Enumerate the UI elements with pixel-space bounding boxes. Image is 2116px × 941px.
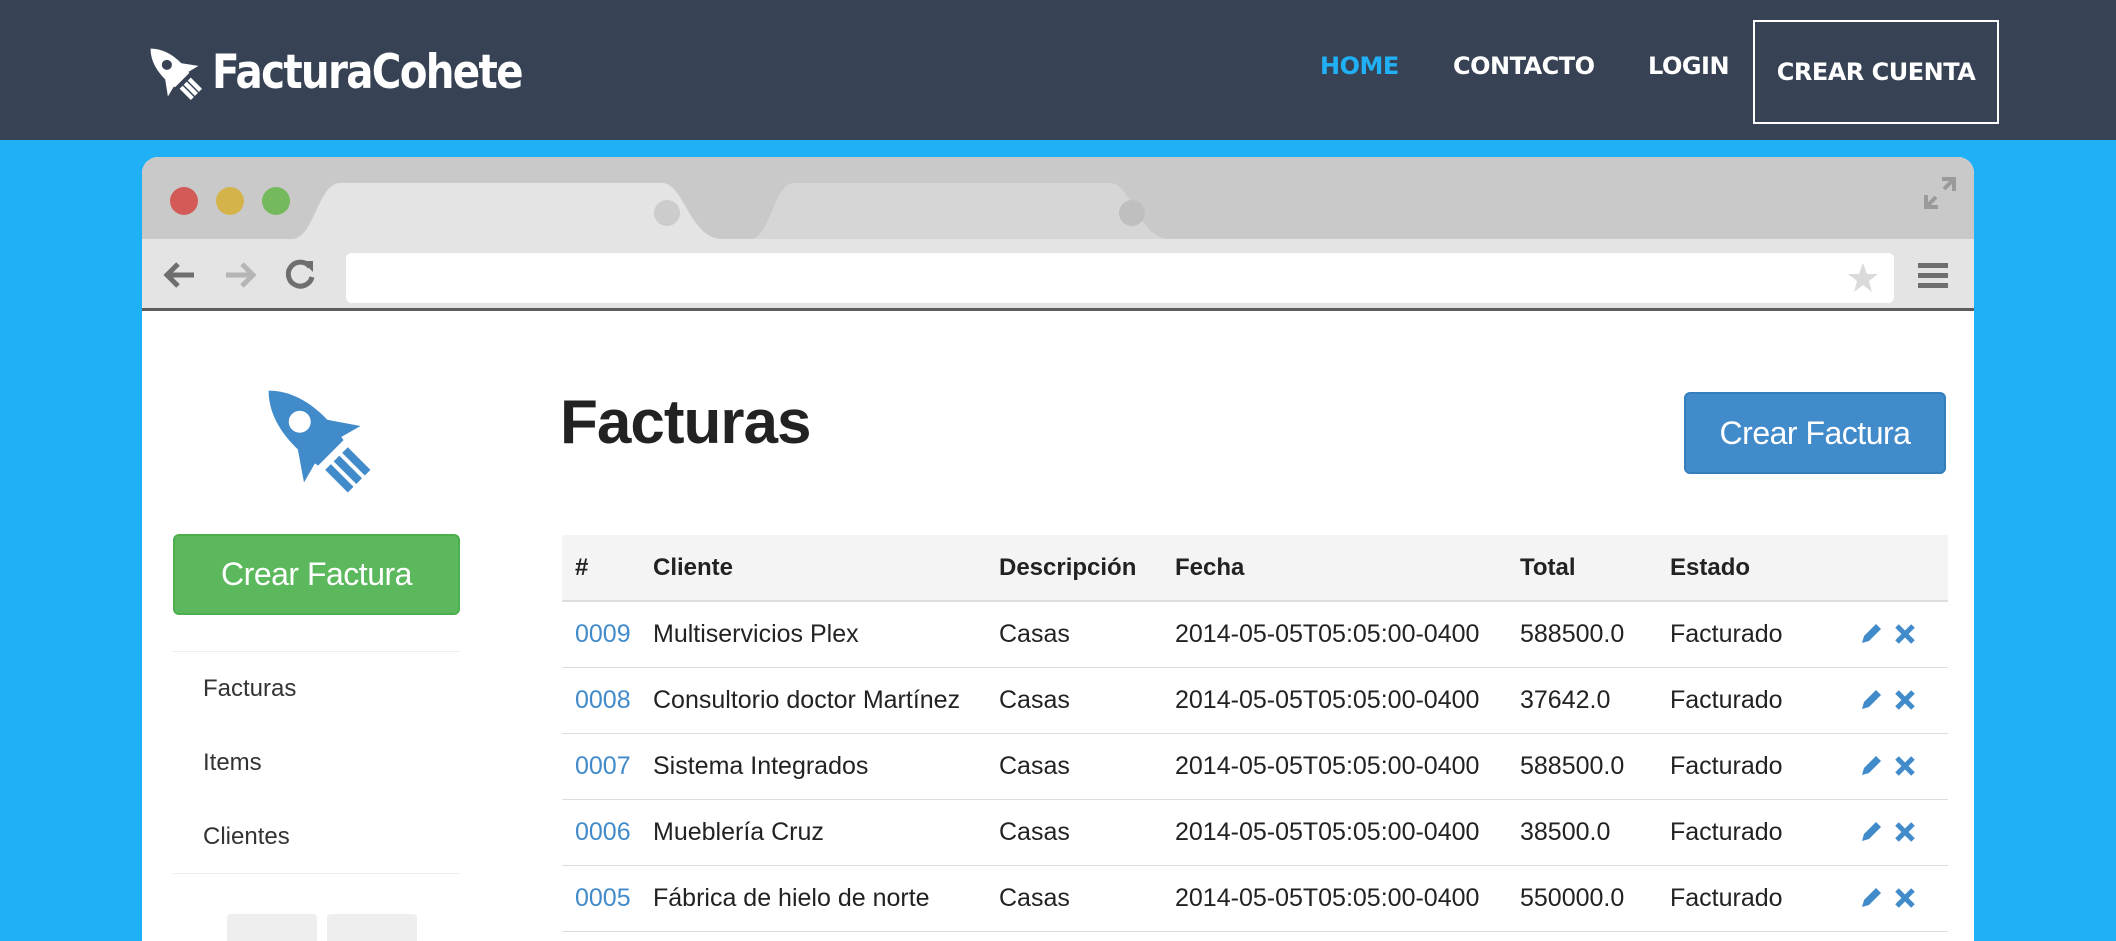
cell-total: 588500.0 [1520, 619, 1625, 648]
table-row: 0008 Consultorio doctor Martínez Casas 2… [562, 667, 1948, 733]
invoice-number-link[interactable]: 0005 [575, 884, 631, 912]
github-icon[interactable] [327, 914, 417, 941]
table-row: 0005 Fábrica de hielo de norte Casas 201… [562, 865, 1948, 931]
cell-estado: Facturado [1670, 883, 1783, 912]
address-bar[interactable] [346, 253, 1894, 303]
forward-arrow-icon[interactable] [222, 257, 258, 293]
column-header-id: # [562, 535, 653, 602]
minimize-dot [216, 187, 244, 215]
crear-factura-button[interactable]: Crear Factura [1684, 392, 1946, 474]
column-header-fecha: Fecha [1175, 535, 1520, 602]
menu-icon[interactable] [1916, 257, 1950, 293]
nav-home-link[interactable]: HOME [1320, 52, 1399, 80]
times-icon[interactable] [1892, 687, 1918, 713]
cell-descripcion: Casas [999, 817, 1070, 846]
table-row: 0007 Sistema Integrados Casas 2014-05-05… [562, 733, 1948, 799]
column-header-cliente: Cliente [653, 535, 999, 602]
sidebar-item-facturas[interactable]: Facturas [173, 652, 460, 726]
pencil-icon[interactable] [1858, 621, 1884, 647]
rocket-icon [150, 48, 203, 101]
cell-descripcion: Casas [999, 685, 1070, 714]
page-title: Facturas [560, 388, 811, 457]
close-dot [170, 187, 198, 215]
table-header-row: # Cliente Descripción Fecha Total Estado [562, 535, 1948, 602]
rocket-icon [268, 390, 371, 493]
reload-icon[interactable] [282, 257, 318, 293]
cell-estado: Facturado [1670, 685, 1783, 714]
times-icon[interactable] [1892, 819, 1918, 845]
sidebar-item-clientes[interactable]: Clientes [173, 800, 460, 874]
cell-descripcion: Casas [999, 619, 1070, 648]
pencil-icon[interactable] [1858, 687, 1884, 713]
times-icon[interactable] [1892, 621, 1918, 647]
browser-mockup: Crear Factura Facturas Items Clientes Fa… [142, 157, 1974, 941]
invoice-number-link[interactable]: 0007 [575, 752, 631, 780]
back-arrow-icon[interactable] [162, 257, 198, 293]
cell-cliente: Sistema Integrados [653, 751, 869, 780]
cell-total: 38500.0 [1520, 817, 1611, 846]
cell-cliente: Fábrica de hielo de norte [653, 883, 930, 912]
brand-logo[interactable]: FacturaCohete [138, 36, 572, 108]
maximize-dot [262, 187, 290, 215]
table-row: 0009 Multiservicios Plex Casas 2014-05-0… [562, 601, 1948, 667]
cell-fecha: 2014-05-05T05:05:00-0400 [1175, 751, 1480, 780]
expand-icon[interactable] [1922, 175, 1958, 211]
cell-descripcion: Casas [999, 751, 1070, 780]
cell-fecha: 2014-05-05T05:05:00-0400 [1175, 883, 1480, 912]
cell-estado: Facturado [1670, 619, 1783, 648]
table-row: 0006 Mueblería Cruz Casas 2014-05-05T05:… [562, 799, 1948, 865]
nav-contacto-link[interactable]: CONTACTO [1453, 52, 1595, 80]
browser-tab-strip [142, 157, 1974, 239]
column-header-estado: Estado [1670, 535, 1858, 602]
cell-fecha: 2014-05-05T05:05:00-0400 [1175, 685, 1480, 714]
pencil-icon[interactable] [1858, 819, 1884, 845]
sidebar-item-items[interactable]: Items [173, 726, 460, 800]
cell-total: 550000.0 [1520, 883, 1625, 912]
pencil-icon[interactable] [1858, 753, 1884, 779]
column-header-actions [1858, 535, 1948, 602]
invoice-number-link[interactable]: 0008 [575, 686, 631, 714]
times-icon[interactable] [1892, 753, 1918, 779]
browser-toolbar [142, 239, 1974, 311]
crear-cuenta-button[interactable]: CREAR CUENTA [1753, 20, 1999, 124]
sidebar-crear-factura-button[interactable]: Crear Factura [173, 534, 460, 615]
twitter-icon[interactable] [227, 914, 317, 941]
browser-tab [750, 183, 1170, 239]
times-icon[interactable] [1892, 885, 1918, 911]
cell-fecha: 2014-05-05T05:05:00-0400 [1175, 817, 1480, 846]
cell-estado: Facturado [1670, 817, 1783, 846]
invoice-number-link[interactable]: 0009 [575, 620, 631, 648]
cell-cliente: Mueblería Cruz [653, 817, 824, 846]
star-icon[interactable] [1846, 261, 1880, 295]
cell-fecha: 2014-05-05T05:05:00-0400 [1175, 619, 1480, 648]
cell-total: 588500.0 [1520, 751, 1625, 780]
top-navbar: FacturaCohete HOME CONTACTO LOGIN CREAR … [0, 0, 2116, 140]
cell-cliente: Consultorio doctor Martínez [653, 685, 961, 714]
browser-tab-active [292, 183, 722, 239]
sidebar-nav: Facturas Items Clientes [173, 651, 460, 874]
invoice-number-link[interactable]: 0006 [575, 818, 631, 846]
pencil-icon[interactable] [1858, 885, 1884, 911]
brand-name: FacturaCohete [212, 44, 524, 100]
cell-total: 37642.0 [1520, 685, 1611, 714]
cell-descripcion: Casas [999, 883, 1070, 912]
facturas-table: # Cliente Descripción Fecha Total Estado… [562, 535, 1948, 932]
column-header-total: Total [1520, 535, 1670, 602]
column-header-descripcion: Descripción [999, 535, 1175, 602]
cell-estado: Facturado [1670, 751, 1783, 780]
nav-login-link[interactable]: LOGIN [1648, 52, 1730, 80]
cell-cliente: Multiservicios Plex [653, 619, 859, 648]
